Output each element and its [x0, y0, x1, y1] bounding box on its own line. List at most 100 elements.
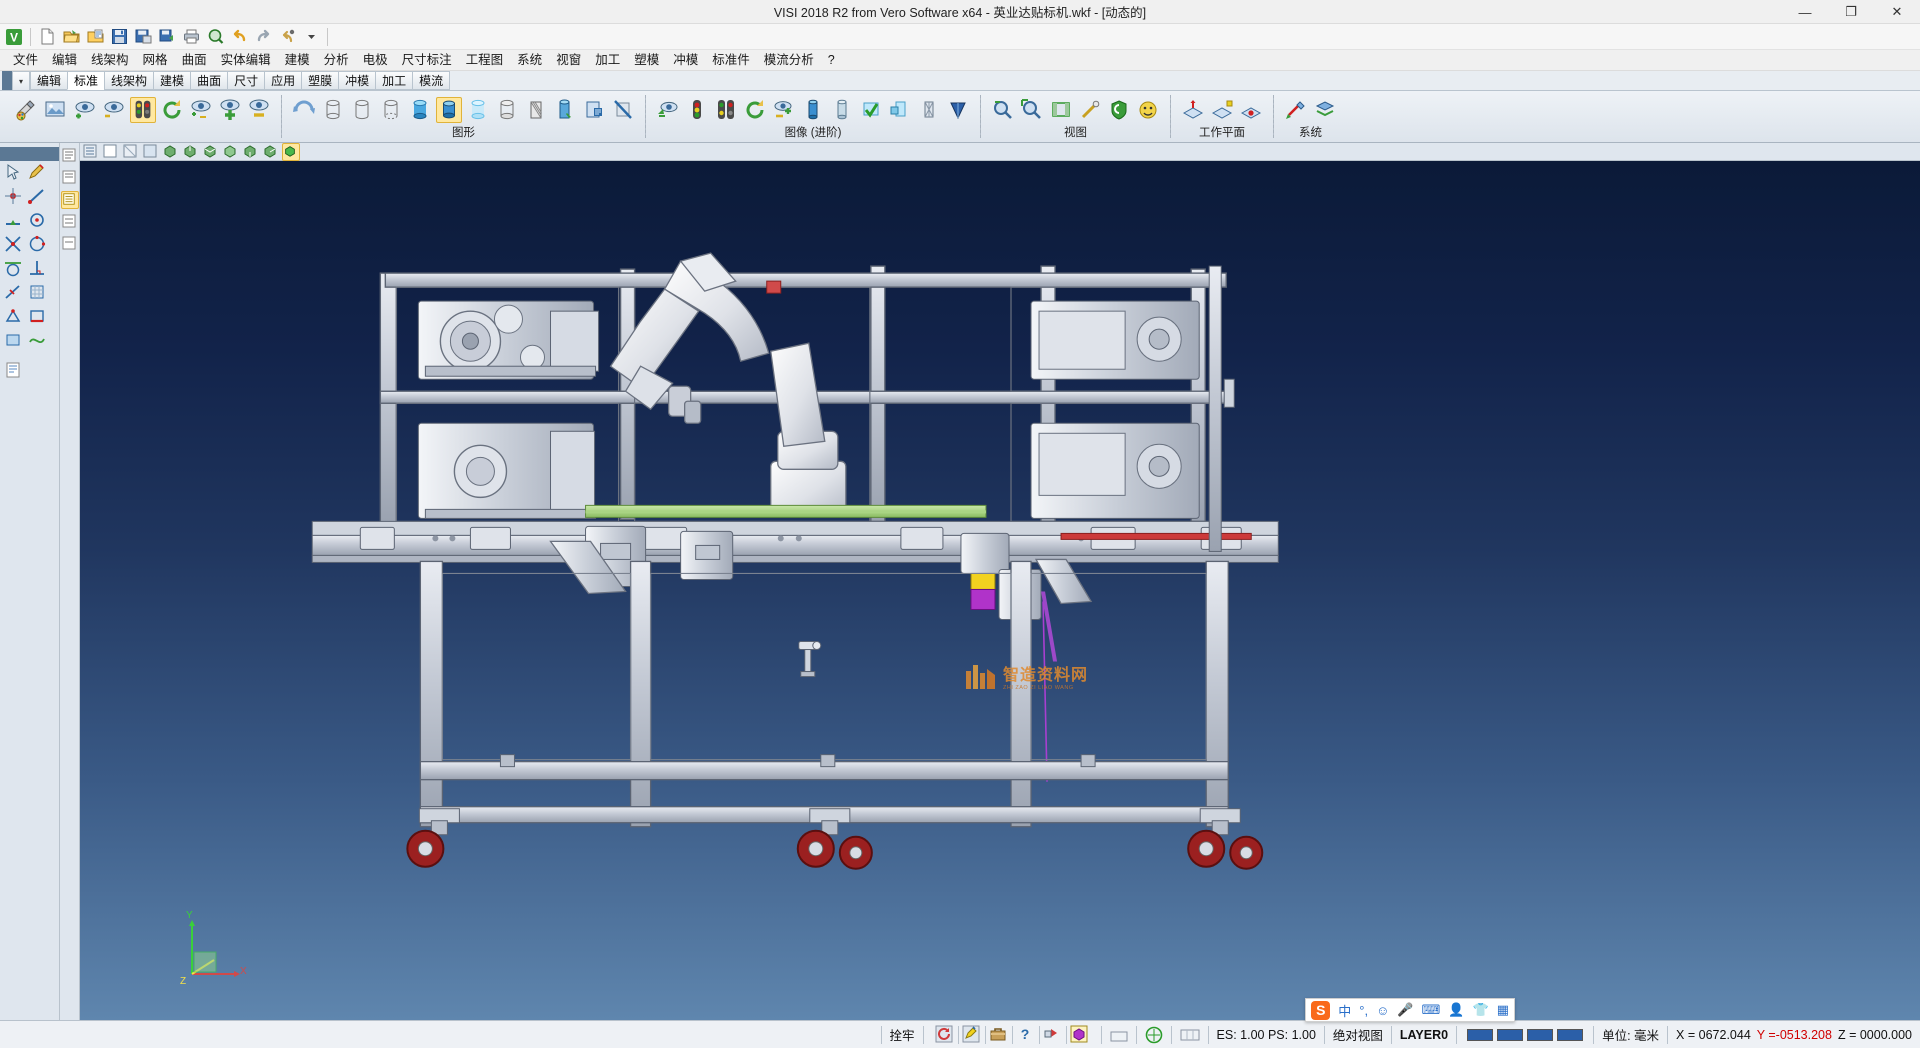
view-shaded-icon[interactable]	[102, 143, 120, 161]
green-cylinder-icon[interactable]	[829, 97, 855, 123]
save-icon[interactable]	[107, 25, 131, 49]
box-status-icon[interactable]	[1070, 1025, 1090, 1045]
view-right-icon[interactable]	[262, 143, 280, 161]
line-snap-icon[interactable]	[27, 186, 49, 208]
macro-icon[interactable]	[275, 25, 299, 49]
layer-list-icon[interactable]	[61, 147, 79, 165]
dynamic-view-icon[interactable]	[655, 97, 681, 123]
undo-icon[interactable]	[227, 25, 251, 49]
face-snap-icon[interactable]	[3, 330, 25, 352]
view-top-icon[interactable]	[222, 143, 240, 161]
menu-item-drawing[interactable]: 工程图	[459, 50, 511, 71]
view-iso2-icon[interactable]	[182, 143, 200, 161]
menu-item-file[interactable]: 文件	[6, 50, 45, 71]
menu-item-window[interactable]: 视窗	[549, 50, 588, 71]
tab-surface[interactable]: 曲面	[190, 71, 228, 90]
system-config-icon[interactable]	[1283, 97, 1309, 123]
refresh-status-icon[interactable]	[935, 1025, 955, 1045]
ime-mode-label[interactable]: 中	[1338, 1001, 1351, 1020]
shaded-edges-icon[interactable]	[436, 97, 462, 123]
color-swatch[interactable]	[1527, 1029, 1553, 1041]
toggle-plus-minus-icon[interactable]	[771, 97, 797, 123]
zoom-all-icon[interactable]	[1019, 97, 1045, 123]
intersect-snap-icon[interactable]	[3, 234, 25, 256]
maximize-button[interactable]: ❐	[1828, 0, 1874, 24]
tab-wireframe[interactable]: 线架构	[104, 71, 154, 90]
highlight-status-icon[interactable]	[962, 1025, 982, 1045]
layer-delete-icon[interactable]	[61, 235, 79, 253]
tab-press-die[interactable]: 冲模	[338, 71, 376, 90]
wireframe-icon[interactable]	[320, 97, 346, 123]
free-snap-icon[interactable]	[27, 330, 49, 352]
app-logo-icon[interactable]: V	[2, 25, 26, 49]
ime-apps-icon[interactable]: ▦	[1497, 1002, 1509, 1018]
remove-visible-icon[interactable]	[246, 97, 272, 123]
view-iso3-icon[interactable]	[202, 143, 220, 161]
minimize-button[interactable]: —	[1782, 0, 1828, 24]
view-hidden-icon[interactable]	[142, 143, 160, 161]
menu-item-standard-parts[interactable]: 标准件	[705, 50, 757, 71]
shield-view-icon[interactable]	[1106, 97, 1132, 123]
pencil-edit-icon[interactable]	[27, 162, 49, 184]
quick-shade-icon[interactable]	[494, 97, 520, 123]
cut-section-icon[interactable]	[887, 97, 913, 123]
help-status-icon[interactable]: ?	[1016, 1025, 1036, 1045]
zoom-window-icon[interactable]	[990, 97, 1016, 123]
workplane-origin-icon[interactable]	[1238, 97, 1264, 123]
menu-item-surface[interactable]: 曲面	[175, 50, 214, 71]
transparent-shaded-icon[interactable]	[465, 97, 491, 123]
cad-viewport[interactable]: 智造资料网 ZHI ZAO ZI LIAO WANG Y X Z	[80, 161, 1920, 1020]
visibility-lights-icon[interactable]	[684, 97, 710, 123]
layer-visible-icon[interactable]	[61, 191, 79, 209]
view-list-icon[interactable]	[82, 143, 100, 161]
ime-keyboard-icon[interactable]: ⌨	[1422, 1002, 1441, 1018]
perpendicular-snap-icon[interactable]	[27, 258, 49, 280]
save-as-icon[interactable]	[131, 25, 155, 49]
traffic-light-2-icon[interactable]	[713, 97, 739, 123]
image-view-icon[interactable]	[43, 97, 69, 123]
menu-item-flow-analysis[interactable]: 模流分析	[757, 50, 821, 71]
ime-emoji-icon[interactable]: ☺	[1376, 1003, 1389, 1018]
ime-skin-icon[interactable]: 👕	[1473, 1002, 1489, 1018]
hide-entities-icon[interactable]	[101, 97, 127, 123]
tab-machining[interactable]: 加工	[375, 71, 413, 90]
tabstrip-dropdown-icon[interactable]: ▾	[12, 71, 30, 90]
hidden-line-icon[interactable]	[349, 97, 375, 123]
tab-edit[interactable]: 编辑	[30, 71, 68, 90]
print-preview-icon[interactable]	[203, 25, 227, 49]
color-swatch[interactable]	[1557, 1029, 1583, 1041]
regenerate-icon[interactable]	[291, 97, 317, 123]
tab-standard[interactable]: 标准	[67, 71, 105, 90]
section-view-icon[interactable]	[523, 97, 549, 123]
view-dynamic-icon[interactable]	[282, 143, 300, 161]
view-plane-icon[interactable]	[1048, 97, 1074, 123]
ime-voice-icon[interactable]: 🎤	[1397, 1002, 1413, 1018]
shade-cone-icon[interactable]	[945, 97, 971, 123]
properties-filter-icon[interactable]	[3, 360, 25, 382]
tangent-snap-icon[interactable]	[3, 258, 25, 280]
menu-item-electrode[interactable]: 电极	[356, 50, 395, 71]
layer-label[interactable]: LAYER0	[1392, 1021, 1456, 1048]
tab-modeling[interactable]: 建模	[153, 71, 191, 90]
view-front-icon[interactable]	[242, 143, 260, 161]
grid-toggle-icon[interactable]	[1172, 1021, 1208, 1048]
color-swatch[interactable]	[1467, 1029, 1493, 1041]
tab-dimension[interactable]: 尺寸	[227, 71, 265, 90]
customize-dropdown-icon[interactable]	[299, 25, 323, 49]
menu-item-press-die[interactable]: 冲模	[666, 50, 705, 71]
shaded-icon[interactable]	[407, 97, 433, 123]
mesh-cylinder-icon[interactable]	[916, 97, 942, 123]
menu-item-mesh[interactable]: 网格	[136, 50, 175, 71]
color-palette-icon[interactable]	[14, 97, 40, 123]
center-snap-icon[interactable]	[27, 210, 49, 232]
check-surface-icon[interactable]	[858, 97, 884, 123]
tab-mould[interactable]: 塑膜	[301, 71, 339, 90]
menu-item-edit[interactable]: 编辑	[45, 50, 84, 71]
menu-item-dimension[interactable]: 尺寸标注	[395, 50, 459, 71]
tab-flow[interactable]: 模流	[412, 71, 450, 90]
add-visible-icon[interactable]	[217, 97, 243, 123]
layer-props-icon[interactable]	[61, 213, 79, 231]
traffic-light-visibility-icon[interactable]	[130, 97, 156, 123]
point-snap-icon[interactable]	[3, 186, 25, 208]
toggle-left-icon[interactable]	[1102, 1021, 1136, 1048]
